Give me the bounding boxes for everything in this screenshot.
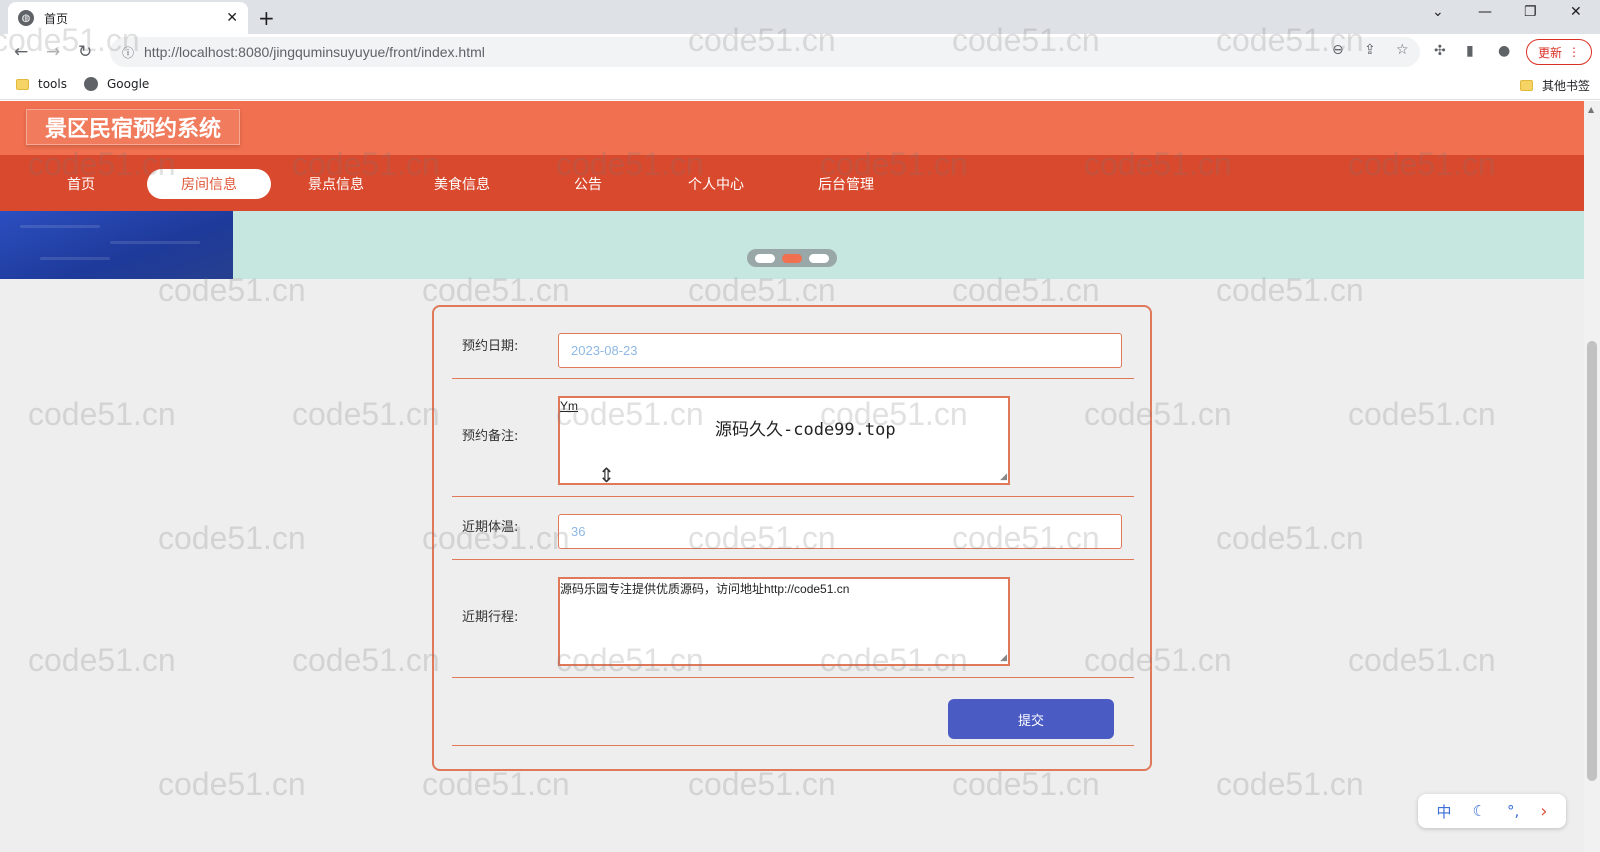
carousel-dot-active[interactable] [781,253,802,263]
new-tab-icon[interactable]: + [258,6,275,30]
divider [452,559,1134,560]
reservation-form: 预约日期: 2023-08-23 预约备注: Ym ◢ 近期体温: 36 近期行… [432,305,1152,771]
resize-handle-icon[interactable]: ◢ [1000,471,1007,482]
bookmark-tools[interactable]: tools [16,77,67,91]
globe-icon [84,77,98,91]
note-textarea[interactable]: Ym ◢ [558,396,1010,485]
punctuation-icon[interactable]: °, [1507,802,1519,820]
tab-search-chevron-icon[interactable]: ⌄ [1432,4,1444,20]
note-value: Ym [560,399,578,413]
site-title: 景区民宿预约系统 [26,109,241,145]
folder-icon [1520,80,1533,91]
overlay-watermark-text: 源码久久-code99.top [715,420,896,440]
main-nav: 首页 房间信息 景点信息 美食信息 公告 个人中心 后台管理 [0,155,1584,211]
page-scrollbar[interactable]: ▲ [1584,101,1600,852]
globe-icon: ◍ [18,10,34,26]
banner-image [0,211,233,279]
bookmarks-bar: tools Google 其他书签 [0,70,1600,100]
bookmark-google[interactable]: Google [84,77,149,91]
page-viewport: 景区民宿预约系统 首页 房间信息 景点信息 美食信息 公告 个人中心 后台管理 … [0,101,1584,852]
nav-item-home[interactable]: 首页 [19,169,143,199]
submit-button[interactable]: 提交 [948,699,1114,739]
other-bookmarks-label: 其他书签 [1542,79,1591,93]
temperature-input[interactable]: 36 [558,514,1122,549]
divider [452,378,1134,379]
ime-toolbar[interactable]: 中 ☾ °, › [1418,794,1566,828]
forward-icon[interactable]: → [46,42,60,62]
nav-item-rooms[interactable]: 房间信息 [147,169,271,199]
side-panel-icon[interactable]: ▮ [1466,43,1474,59]
carousel-dot[interactable] [754,253,775,263]
nav-item-food[interactable]: 美食信息 [400,169,524,199]
minimize-icon[interactable]: — [1478,4,1492,20]
extensions-icon[interactable]: ✣ [1434,43,1446,59]
nav-item-admin[interactable]: 后台管理 [784,169,908,199]
profile-icon[interactable]: ● [1498,43,1510,59]
carousel-banner [0,211,1584,279]
url-text: http://localhost:8080/jingquminsuyuyue/f… [144,44,485,60]
window-close-icon[interactable]: ✕ [1570,4,1582,20]
carousel-indicators [747,249,837,267]
close-tab-icon[interactable]: ✕ [226,10,238,26]
scroll-thumb[interactable] [1587,341,1597,781]
moon-icon[interactable]: ☾ [1473,802,1486,820]
chevron-right-icon[interactable]: › [1540,801,1547,822]
itinerary-textarea[interactable]: 源码乐园专注提供优质源码，访问地址http://code51.cn ◢ [558,577,1010,666]
carousel-dot[interactable] [809,253,830,263]
divider [452,496,1134,497]
itinerary-label: 近期行程: [462,610,519,625]
zoom-icon[interactable]: ⊖ [1332,42,1344,58]
site-info-icon[interactable]: ⓘ [122,44,134,61]
other-bookmarks[interactable]: 其他书签 [1520,77,1590,94]
menu-dots-icon: ⋮ [1568,45,1580,59]
restore-icon[interactable]: ❐ [1524,4,1537,20]
browser-tab[interactable]: ◍ 首页 ✕ [8,2,248,34]
bookmark-label: tools [38,77,67,91]
date-input[interactable]: 2023-08-23 [558,333,1122,368]
divider [452,745,1134,746]
itinerary-value: 源码乐园专注提供优质源码，访问地址http://code51.cn [560,582,850,596]
browser-tabstrip: ◍ 首页 ✕ + ⌄ — ❐ ✕ [0,0,1600,34]
nav-item-attractions[interactable]: 景点信息 [274,169,398,199]
update-label: 更新 [1537,45,1562,60]
text-cursor-icon: ⇕ [598,463,615,487]
share-icon[interactable]: ⇪ [1364,42,1376,58]
back-icon[interactable]: ← [14,42,28,62]
bookmark-label: Google [107,77,150,91]
nav-item-profile[interactable]: 个人中心 [654,169,778,199]
nav-item-notices[interactable]: 公告 [526,169,650,199]
scroll-up-icon[interactable]: ▲ [1588,105,1594,114]
folder-icon [16,78,29,90]
update-button[interactable]: 更新 ⋮ [1526,39,1592,65]
browser-toolbar: ← → ↻ ⓘ http://localhost:8080/jingqumins… [0,34,1600,70]
divider [452,677,1134,678]
temperature-label: 近期体温: [462,520,519,535]
note-label: 预约备注: [462,429,519,444]
resize-handle-icon[interactable]: ◢ [1000,652,1007,663]
bookmark-star-icon[interactable]: ☆ [1396,42,1409,58]
ime-mode[interactable]: 中 [1437,801,1452,822]
tab-title: 首页 [44,11,69,26]
site-header: 景区民宿预约系统 [0,101,1584,155]
reload-icon[interactable]: ↻ [78,42,92,62]
date-label: 预约日期: [462,339,519,354]
address-bar[interactable]: ⓘ http://localhost:8080/jingquminsuyuyue… [110,37,1420,67]
